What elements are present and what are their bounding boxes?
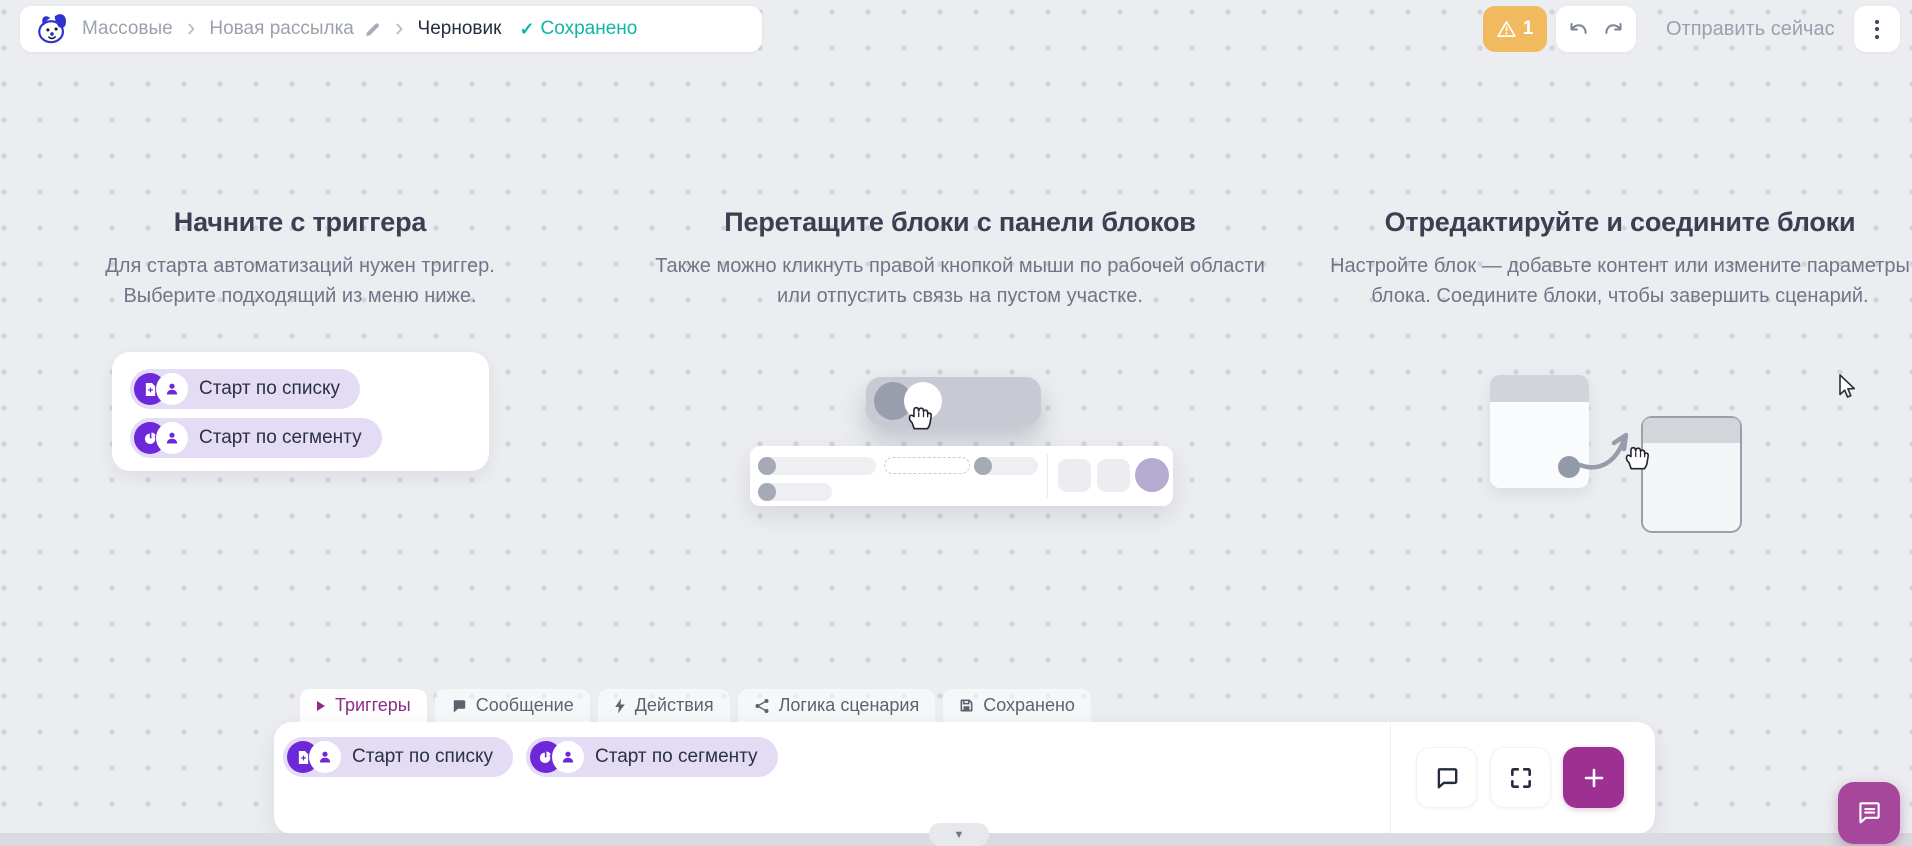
- tab-label: Сохранено: [983, 695, 1075, 715]
- send-now-button[interactable]: Отправить сейчас: [1666, 0, 1835, 58]
- onboarding-column-trigger: Начните с триггера Для старта автоматиза…: [60, 207, 540, 311]
- panel-collapse-handle[interactable]: ▼: [929, 823, 989, 846]
- tab-triggers[interactable]: Триггеры: [300, 689, 427, 722]
- header-bar: Массовые › Новая рассылка › Черновик ✓ С…: [20, 6, 762, 52]
- tab-scenario-logic[interactable]: Логика сценария: [737, 689, 936, 722]
- breadcrumb-separator: ›: [186, 12, 196, 42]
- onboarding-title: Перетащите блоки с панели блоков: [724, 207, 1196, 237]
- skeleton-purple-circle: [1135, 458, 1169, 492]
- chat-bubble-icon: [453, 699, 465, 712]
- skeleton-placeholder-dashed: [884, 457, 970, 474]
- person-icon: [156, 373, 188, 405]
- trigger-chip-label: Старт по списку: [352, 746, 493, 767]
- onboarding-description: Для старта автоматизаций нужен триггер. …: [105, 255, 495, 307]
- save-icon: [960, 699, 973, 712]
- block-panel-tabs: Триггеры Сообщение Действия Логика сцена…: [300, 689, 1091, 722]
- dragged-block-illustration: [866, 377, 1041, 425]
- tab-label: Триггеры: [335, 695, 411, 715]
- scenario-canvas[interactable]: Массовые › Новая рассылка › Черновик ✓ С…: [0, 0, 1912, 846]
- trigger-chip-start-by-list[interactable]: Старт по списку: [130, 369, 360, 409]
- onboarding-title: Отредактируйте и соедините блоки: [1384, 207, 1856, 237]
- onboarding-column-connect: Отредактируйте и соедините блоки Настрой…: [1330, 207, 1910, 311]
- skeleton-circle: [974, 457, 992, 475]
- skeleton-circle: [758, 483, 776, 501]
- onboarding-description: Настройте блок — добавьте контент или из…: [1330, 255, 1910, 307]
- warning-triangle-icon: [1496, 21, 1516, 37]
- skeleton-circle: [758, 457, 776, 475]
- fullscreen-button[interactable]: [1490, 747, 1551, 808]
- chevron-down-icon: ▼: [953, 829, 965, 841]
- warning-count: 1: [1522, 18, 1534, 39]
- skeleton-square: [1058, 459, 1091, 492]
- saved-status-label: Сохранено: [540, 18, 638, 39]
- block-card-header: [1490, 375, 1589, 402]
- saved-status: ✓ Сохранено: [519, 18, 637, 40]
- check-icon: ✓: [519, 18, 535, 39]
- support-chat-widget-button[interactable]: [1838, 782, 1900, 844]
- kebab-dot: [1875, 19, 1879, 24]
- trigger-chip-start-by-list[interactable]: Старт по списку: [283, 737, 513, 777]
- trigger-chip-label: Старт по сегменту: [594, 746, 758, 767]
- skeleton-square: [1097, 459, 1130, 492]
- grab-hand-cursor-icon: [1625, 446, 1650, 470]
- chat-lines-icon: [1859, 802, 1880, 824]
- panel-divider: [1047, 454, 1048, 498]
- onboarding-column-drag: Перетащите блоки с панели блоков Также м…: [650, 207, 1270, 311]
- person-icon: [309, 741, 341, 773]
- trigger-chip-label: Старт по сегменту: [199, 427, 362, 448]
- trigger-chip-start-by-segment[interactable]: Старт по сегменту: [130, 418, 382, 458]
- block-card-illustration-outlined: [1641, 416, 1742, 533]
- app-logo-dog-icon[interactable]: [32, 9, 72, 49]
- person-icon: [551, 741, 584, 773]
- breadcrumb-campaign-name[interactable]: Новая рассылка: [209, 18, 353, 40]
- add-block-button[interactable]: [1563, 747, 1624, 808]
- share-icon: [755, 698, 769, 713]
- undo-icon[interactable]: [1568, 21, 1590, 38]
- trigger-menu-card: Старт по списку Старт по сегменту: [112, 352, 489, 471]
- play-icon: [317, 700, 325, 711]
- block-panel-illustration: [750, 446, 1173, 506]
- grab-hand-cursor-icon: [908, 406, 933, 430]
- speech-bubble-icon: [1437, 767, 1457, 788]
- warning-badge-button[interactable]: 1: [1483, 6, 1547, 52]
- onboarding-title: Начните с триггера: [173, 207, 427, 237]
- tab-label: Действия: [634, 695, 714, 715]
- mouse-arrow-cursor-icon: [1839, 374, 1856, 398]
- edit-pencil-icon[interactable]: [364, 21, 381, 38]
- tab-actions[interactable]: Действия: [597, 689, 730, 722]
- fullscreen-icon: [1510, 767, 1531, 788]
- breadcrumb-separator: ›: [394, 12, 404, 42]
- onboarding-description: Также можно кликнуть правой кнопкой мыши…: [655, 255, 1265, 307]
- panel-divider: [1390, 722, 1391, 834]
- lightning-icon: [614, 698, 625, 713]
- breadcrumb-status-draft[interactable]: Черновик: [418, 18, 502, 40]
- trigger-chip-start-by-segment[interactable]: Старт по сегменту: [525, 737, 778, 777]
- tab-saved[interactable]: Сохранено: [943, 689, 1091, 722]
- redo-icon[interactable]: [1602, 21, 1624, 38]
- tab-label: Сообщение: [475, 695, 574, 715]
- tab-message[interactable]: Сообщение: [434, 689, 590, 722]
- tab-label: Логика сценария: [778, 695, 920, 715]
- comment-button[interactable]: [1416, 747, 1477, 808]
- breadcrumb-massovye[interactable]: Массовые: [82, 18, 173, 40]
- kebab-dot: [1875, 27, 1879, 31]
- kebab-menu-button[interactable]: [1854, 6, 1900, 52]
- plus-icon: [1584, 768, 1603, 787]
- block-card-header: [1643, 418, 1740, 443]
- undo-redo-group: [1556, 6, 1636, 52]
- triggers-panel: Старт по списку Старт по сегменту: [274, 722, 1655, 834]
- person-icon: [156, 422, 188, 454]
- kebab-dot: [1875, 34, 1879, 39]
- trigger-chip-label: Старт по списку: [199, 378, 340, 399]
- panel-trigger-chips: Старт по списку Старт по сегменту: [283, 737, 778, 777]
